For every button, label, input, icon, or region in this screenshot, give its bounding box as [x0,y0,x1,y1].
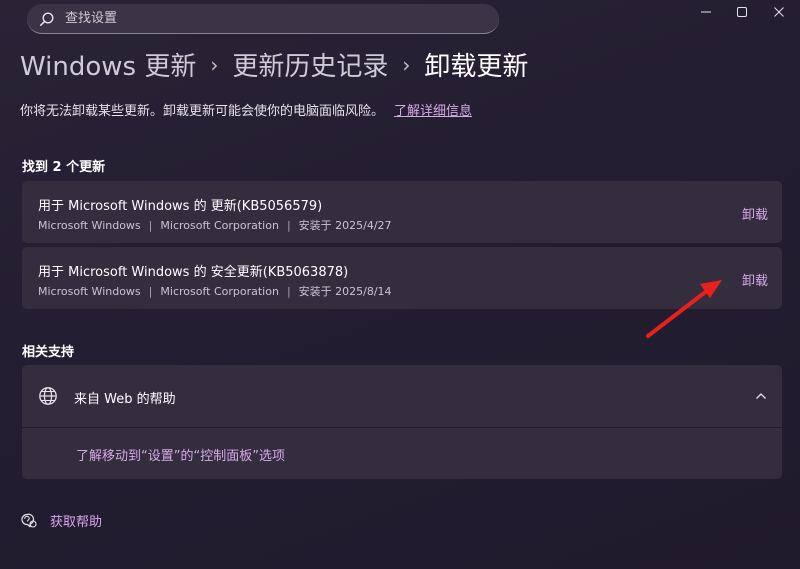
breadcrumb-update-history[interactable]: 更新历史记录 [232,46,388,83]
breadcrumb-separator: › [210,52,219,77]
update-name: 用于 Microsoft Windows 的 安全更新(KB5063878) [38,265,349,280]
description-text: 你将无法卸载某些更新。卸载更新可能会使你的电脑面临风险。 [20,104,385,119]
update-item: 用于 Microsoft Windows 的 安全更新(KB5063878) M… [22,247,782,309]
update-details: Microsoft Windows | Microsoft Corporation |… [38,283,392,299]
detail-separator: | [148,285,153,298]
update-item: 用于 Microsoft Windows 的 更新(KB5056579) Mic… [22,181,782,243]
update-publisher: Microsoft Windows [38,219,141,232]
divider [22,427,782,428]
breadcrumb-separator: › [402,52,411,77]
related-support-title: 相关支持 [22,345,75,360]
update-install-date: 安装于 2025/8/14 [298,285,392,298]
updates-count-title: 找到 2 个更新 [22,160,106,175]
maximize-icon [737,7,747,17]
update-company: Microsoft Corporation [160,219,279,232]
breadcrumb-windows-update[interactable]: Windows 更新 [20,46,196,83]
search-box[interactable] [27,4,499,34]
search-input[interactable] [65,11,485,26]
control-panel-help-link[interactable]: 了解移动到“设置”的“控制面板”选项 [76,445,285,464]
help-chat-icon [21,513,37,528]
update-install-date: 安装于 2025/4/27 [298,219,392,232]
get-help-label: 获取帮助 [50,515,103,530]
detail-separator: | [148,219,153,232]
breadcrumb: Windows 更新 › 更新历史记录 › 卸载更新 [20,46,528,83]
detail-separator: | [286,219,291,232]
update-company: Microsoft Corporation [160,285,279,298]
get-help-link[interactable]: 获取帮助 [20,511,102,530]
uninstall-button[interactable]: 卸载 [742,270,768,289]
web-help-label: 来自 Web 的帮助 [74,392,176,407]
update-name: 用于 Microsoft Windows 的 更新(KB5056579) [38,199,323,214]
search-icon [40,11,54,26]
close-button[interactable] [756,0,800,24]
web-help-header[interactable]: 来自 Web 的帮助 [22,365,782,427]
web-help-card: 来自 Web 的帮助 了解移动到“设置”的“控制面板”选项 [22,365,782,479]
close-icon [774,7,784,17]
learn-more-link[interactable]: 了解详细信息 [394,104,472,119]
page-description: 你将无法卸载某些更新。卸载更新可能会使你的电脑面临风险。 了解详细信息 [20,100,472,119]
minimize-icon [701,11,711,13]
update-details: Microsoft Windows | Microsoft Corporation |… [38,217,392,233]
uninstall-button[interactable]: 卸载 [742,204,768,223]
globe-icon [39,387,57,405]
page-title: 卸载更新 [424,52,529,82]
detail-separator: | [286,285,291,298]
chevron-up-icon[interactable] [754,389,768,403]
update-publisher: Microsoft Windows [38,285,141,298]
